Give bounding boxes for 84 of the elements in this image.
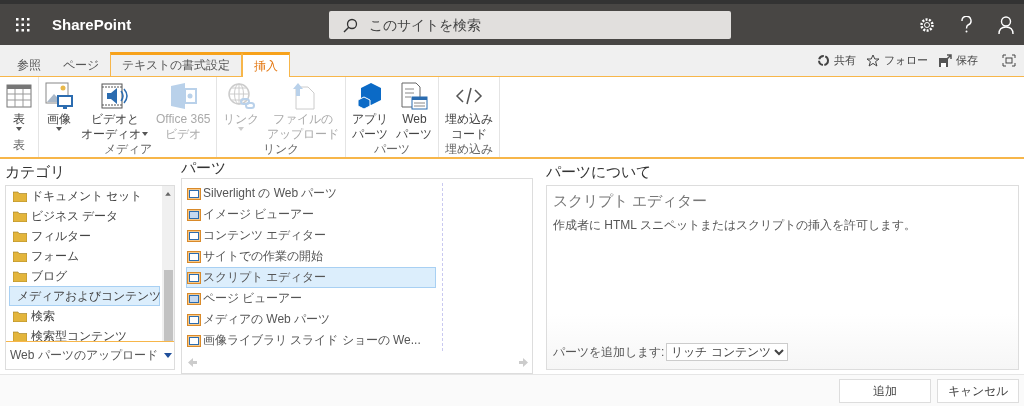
web-part-icon bbox=[400, 82, 429, 110]
follow-button[interactable]: フォロー bbox=[866, 53, 928, 68]
parts-heading: パーツ bbox=[181, 159, 227, 178]
table-icon bbox=[6, 84, 32, 108]
folder-icon bbox=[13, 250, 27, 262]
caret-icon bbox=[56, 127, 62, 131]
zone-dropdown[interactable]: リッチ コンテンツ bbox=[666, 343, 789, 361]
category-heading: カテゴリ bbox=[5, 161, 66, 182]
web-part-item[interactable]: コンテンツ エディター bbox=[186, 225, 436, 246]
group-label: 埋め込み bbox=[444, 141, 495, 158]
group-label: リンク bbox=[262, 141, 301, 158]
ribbon-button[interactable]: Web パーツ bbox=[393, 81, 436, 141]
about-heading: パーツについて bbox=[546, 161, 652, 182]
category-item[interactable]: 検索 bbox=[9, 306, 160, 326]
user-icon[interactable] bbox=[998, 15, 1014, 34]
web-part-icon bbox=[187, 313, 201, 326]
ribbon-tab[interactable]: 参照 bbox=[6, 52, 52, 76]
ribbon-button[interactable]: ビデオと オーディオ bbox=[78, 81, 151, 141]
category-item[interactable]: ドキュメント セット bbox=[9, 186, 160, 206]
image-icon bbox=[45, 82, 73, 110]
part-title: スクリプト エディター bbox=[553, 192, 709, 211]
add-button[interactable]: 追加 bbox=[839, 379, 931, 403]
category-item[interactable]: フィルター bbox=[9, 226, 160, 246]
upload-web-part-link[interactable]: Web パーツのアップロード bbox=[6, 342, 174, 369]
focus-icon[interactable] bbox=[1002, 54, 1016, 67]
web-part-icon bbox=[187, 229, 201, 242]
category-item[interactable]: ブログ bbox=[9, 266, 160, 286]
folder-icon bbox=[13, 190, 27, 202]
web-part-icon bbox=[187, 250, 201, 263]
file-upload-icon bbox=[290, 82, 317, 110]
caret-icon bbox=[16, 127, 22, 131]
help-icon[interactable] bbox=[961, 16, 972, 33]
caret-icon bbox=[163, 353, 172, 358]
category-item[interactable]: メディアおよびコンテンツ bbox=[9, 286, 160, 306]
web-part-icon bbox=[187, 334, 201, 347]
search-icon bbox=[343, 17, 359, 33]
app-launcher-icon[interactable] bbox=[16, 17, 30, 32]
ribbon-button[interactable]: アプリ パーツ bbox=[349, 81, 392, 141]
web-part-item[interactable]: メディアの Web パーツ bbox=[186, 309, 436, 330]
caret-icon bbox=[238, 127, 245, 131]
category-item[interactable]: 検索型コンテンツ bbox=[9, 326, 160, 341]
group-label: 表 bbox=[12, 137, 26, 154]
category-item[interactable]: フォーム bbox=[9, 246, 160, 266]
web-part-item[interactable]: ページ ビューアー bbox=[186, 288, 436, 309]
web-part-item[interactable]: 画像ライブラリ スライド ショーの We... bbox=[186, 330, 436, 351]
folder-icon bbox=[13, 330, 27, 341]
web-part-item[interactable]: イメージ ビューアー bbox=[186, 204, 436, 225]
hexagon-icon bbox=[357, 82, 384, 110]
folder-icon bbox=[13, 270, 27, 282]
web-part-icon bbox=[187, 292, 201, 305]
code-icon bbox=[455, 85, 484, 107]
ribbon-button[interactable]: 埋め込み コード bbox=[442, 81, 497, 141]
folder-icon bbox=[13, 310, 27, 322]
web-part-item[interactable]: サイトでの作業の開始 bbox=[186, 246, 436, 267]
scroll-up-icon[interactable] bbox=[165, 192, 171, 196]
ribbon-button[interactable]: 画像 bbox=[42, 81, 76, 141]
ribbon-tab[interactable]: ページ bbox=[52, 52, 110, 76]
save-icon bbox=[938, 53, 952, 68]
app-title[interactable]: SharePoint bbox=[52, 16, 132, 33]
zone-label: パーツを追加します: bbox=[553, 343, 665, 361]
globe-link-icon bbox=[227, 82, 256, 110]
web-part-item[interactable]: スクリプト エディター bbox=[186, 267, 436, 288]
caret-icon bbox=[142, 132, 148, 136]
ribbon-button[interactable]: 表 bbox=[3, 81, 35, 137]
scrollbar[interactable] bbox=[162, 186, 174, 341]
web-part-icon bbox=[187, 208, 201, 221]
share-button[interactable]: 共有 bbox=[817, 53, 856, 68]
web-part-item[interactable]: Silverlight の Web パーツ bbox=[186, 183, 436, 204]
save-button[interactable]: 保存 bbox=[938, 53, 978, 68]
video-icon bbox=[169, 82, 198, 110]
search-field[interactable]: このサイトを検索 bbox=[329, 10, 732, 39]
web-part-icon bbox=[187, 187, 201, 200]
folder-icon bbox=[13, 230, 27, 242]
folder-icon bbox=[13, 210, 27, 222]
settings-icon[interactable] bbox=[919, 16, 935, 33]
cancel-button[interactable]: キャンセル bbox=[937, 379, 1019, 403]
speaker-icon bbox=[100, 82, 129, 110]
share-icon bbox=[817, 54, 830, 67]
star-icon bbox=[866, 53, 880, 68]
category-item[interactable]: ビジネス データ bbox=[9, 206, 160, 226]
group-label: メディア bbox=[102, 141, 153, 158]
web-part-icon bbox=[187, 271, 201, 284]
group-label: パーツ bbox=[373, 141, 412, 158]
part-description: 作成者に HTML スニペットまたはスクリプトの挿入を許可します。 bbox=[553, 217, 917, 234]
